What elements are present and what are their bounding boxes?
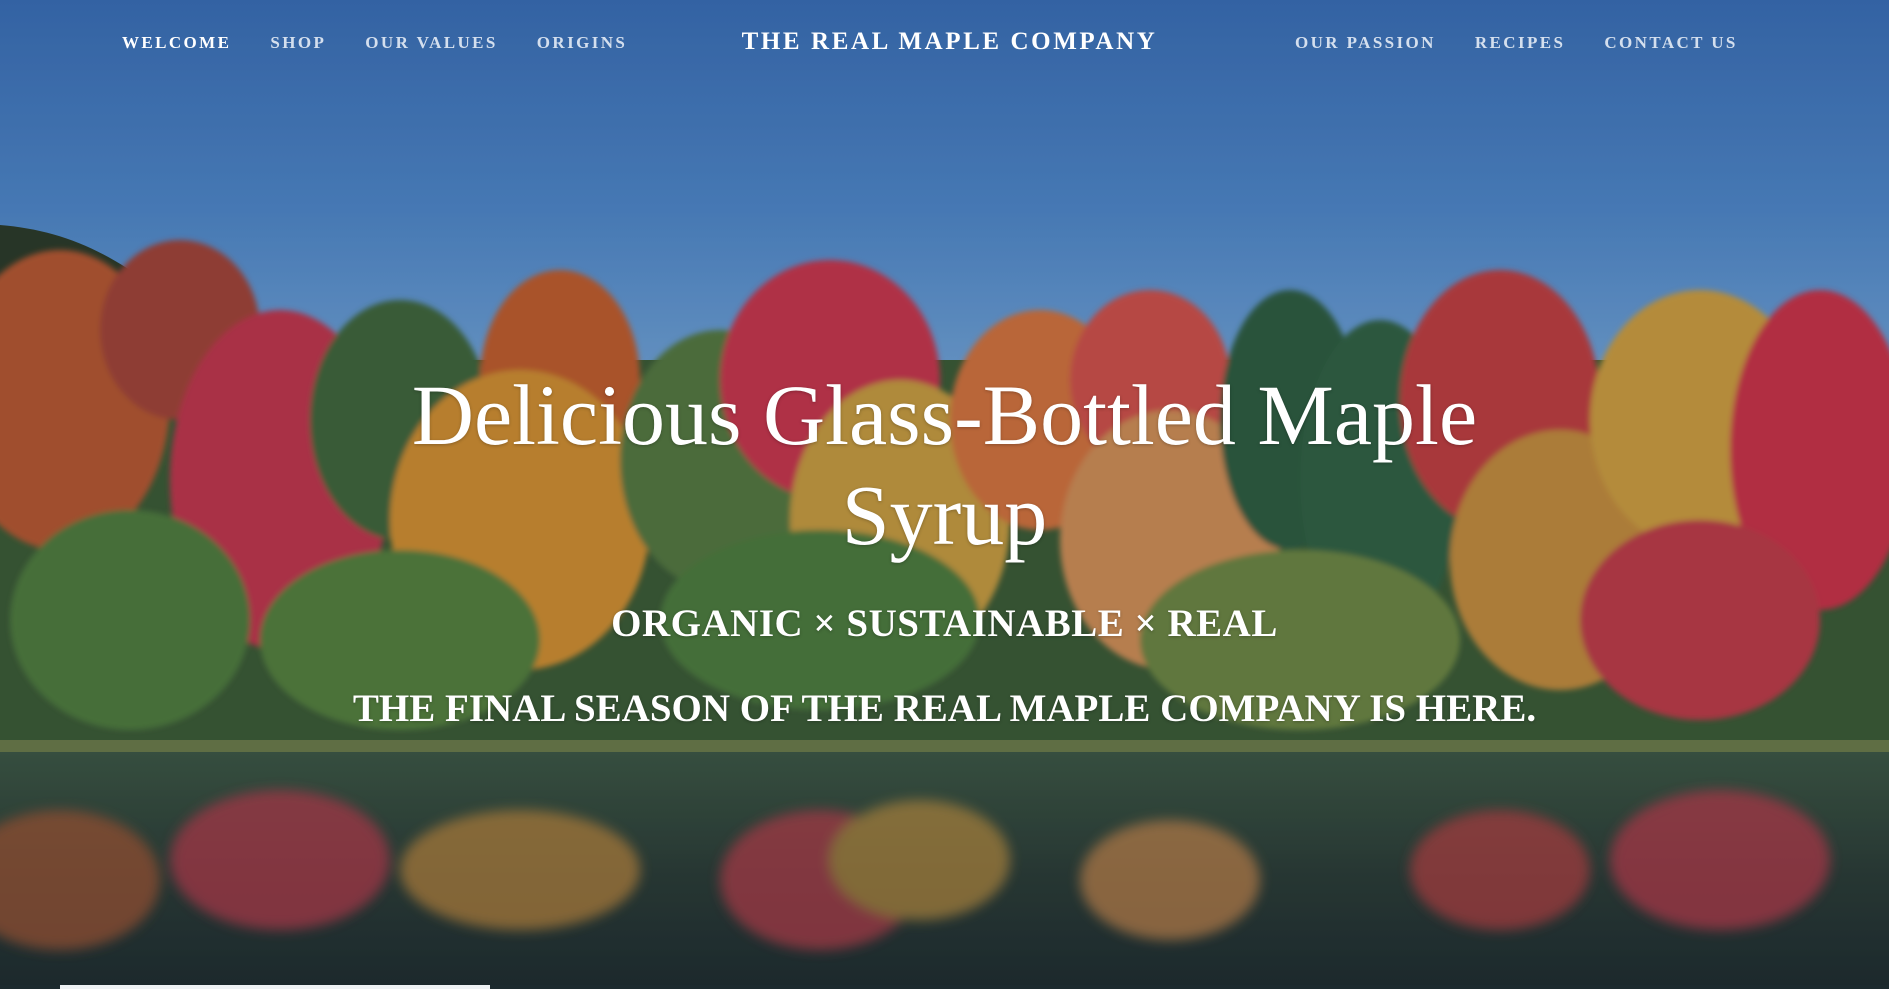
page: WELCOME SHOP OUR VALUES ORIGINS THE REAL… — [0, 0, 1889, 989]
main-navigation: WELCOME SHOP OUR VALUES ORIGINS THE REAL… — [0, 0, 1889, 84]
nav-right-group: OUR PASSION RECIPES CONTACT US — [1295, 33, 1777, 53]
nav-link-origins[interactable]: ORIGINS — [537, 33, 628, 53]
nav-link-contact-us[interactable]: CONTACT US — [1604, 33, 1737, 53]
bottom-strip — [0, 985, 1889, 989]
scroll-indicator-bar — [60, 985, 490, 989]
nav-link-recipes[interactable]: RECIPES — [1475, 33, 1566, 53]
hero-headline: Delicious Glass-Bottled Maple Syrup — [411, 367, 1478, 563]
nav-left-group: WELCOME SHOP OUR VALUES ORIGINS — [122, 33, 666, 53]
nav-link-shop[interactable]: SHOP — [270, 33, 326, 53]
hero-content: Delicious Glass-Bottled Maple Syrup ORGA… — [0, 365, 1889, 731]
site-logo-text[interactable]: THE REAL MAPLE COMPANY — [742, 28, 1158, 56]
nav-link-welcome[interactable]: WELCOME — [122, 33, 231, 53]
nav-link-our-passion[interactable]: OUR PASSION — [1295, 33, 1436, 53]
nav-link-our-values[interactable]: OUR VALUES — [365, 33, 498, 53]
hero-announcement: THE FINAL SEASON OF THE REAL MAPLE COMPA… — [352, 687, 1537, 730]
hero-tagline: ORGANIC × SUSTAINABLE × REAL — [611, 602, 1278, 645]
